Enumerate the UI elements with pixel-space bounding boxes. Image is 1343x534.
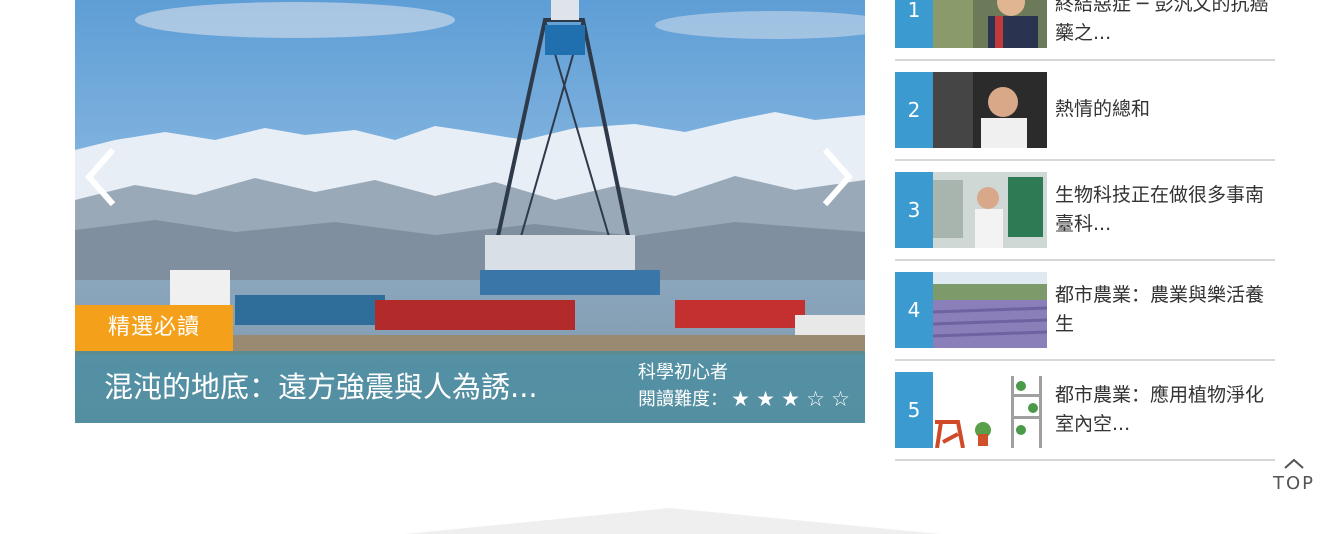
- divider: [895, 259, 1275, 261]
- ranking-title[interactable]: 熱情的總和: [1055, 95, 1270, 124]
- star-empty-icon: ☆: [806, 386, 825, 411]
- slide-caption[interactable]: 混沌的地底：遠方強震與人為誘... 科學初心者 閱讀難度： ★ ★ ★ ☆ ☆: [75, 351, 865, 423]
- ranking-title[interactable]: 都市農業：農業與樂活養生: [1055, 281, 1270, 339]
- ranking-item-4[interactable]: 4 都市農業：農業與樂活養生: [895, 272, 1275, 372]
- ranking-title[interactable]: 終結惡症 ─ 彭汎文的抗癌藥之...: [1055, 0, 1270, 48]
- ranking-item-1[interactable]: 1 終結惡症 ─ 彭汎文的抗癌藥之...: [895, 0, 1275, 72]
- ranking-item-2[interactable]: 2 熱情的總和: [895, 72, 1275, 172]
- slide-title[interactable]: 混沌的地底：遠方強震與人為誘...: [104, 367, 624, 407]
- thumbnail-image[interactable]: [933, 172, 1047, 248]
- divider: [895, 459, 1275, 461]
- rank-number: 2: [895, 72, 939, 148]
- ranking-item-5[interactable]: 5 都市農業：應用植物淨化室內空...: [895, 372, 1275, 472]
- ranking-title[interactable]: 生物科技正在做很多事南臺科...: [1055, 181, 1270, 239]
- slider-next-arrow[interactable]: [821, 147, 857, 207]
- difficulty-row: 閱讀難度： ★ ★ ★ ☆ ☆: [638, 386, 853, 414]
- difficulty-stars: ★ ★ ★ ☆ ☆: [728, 387, 853, 414]
- star-filled-icon: ★: [731, 386, 750, 411]
- rank-number: 4: [895, 272, 939, 348]
- footer-decoration: [405, 508, 940, 534]
- ranking-item-3[interactable]: 3 生物科技正在做很多事南臺科...: [895, 172, 1275, 272]
- slider-prev-arrow[interactable]: [81, 147, 117, 207]
- featured-badge: 精選必讀: [75, 305, 233, 351]
- chevron-up-icon: [1284, 458, 1304, 469]
- top-label: TOP: [1272, 473, 1316, 494]
- thumbnail-image[interactable]: [933, 372, 1047, 448]
- star-filled-icon: ★: [756, 386, 775, 411]
- rank-number: 5: [895, 372, 939, 448]
- divider: [895, 59, 1275, 61]
- featured-slider[interactable]: 精選必讀 混沌的地底：遠方強震與人為誘... 科學初心者 閱讀難度： ★ ★ ★ ☆ ☆: [75, 0, 865, 423]
- thumbnail-image[interactable]: [933, 0, 1047, 48]
- ranking-title[interactable]: 都市農業：應用植物淨化室內空...: [1055, 381, 1270, 439]
- rank-number: 3: [895, 172, 939, 248]
- slide-meta: 科學初心者 閱讀難度： ★ ★ ★ ☆ ☆: [638, 359, 853, 414]
- rank-number: 1: [895, 0, 939, 48]
- difficulty-label: 閱讀難度：: [638, 389, 728, 410]
- divider: [895, 159, 1275, 161]
- star-filled-icon: ★: [781, 386, 800, 411]
- divider: [895, 359, 1275, 361]
- thumbnail-image[interactable]: [933, 272, 1047, 348]
- audience-label: 科學初心者: [638, 362, 728, 383]
- thumbnail-image[interactable]: [933, 72, 1047, 148]
- back-to-top-button[interactable]: TOP: [1268, 458, 1320, 498]
- star-empty-icon: ☆: [831, 386, 850, 411]
